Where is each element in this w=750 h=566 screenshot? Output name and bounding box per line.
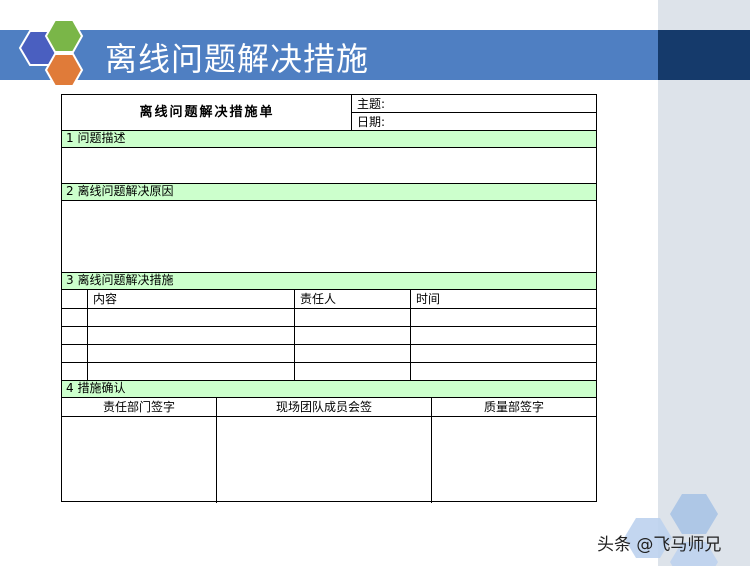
hexagon-orange	[44, 53, 84, 87]
quality-signature-header: 质量部签字	[483, 400, 544, 414]
form-title: 离线问题解决措施单	[139, 105, 275, 120]
team-countersign-header: 现场团队成员会签	[275, 400, 372, 414]
hexagon-green	[44, 19, 84, 53]
dept-signature-header: 责任部门签字	[102, 400, 175, 414]
subject-label: 主题:	[357, 97, 386, 111]
watermark: 头条 @飞马师兄	[597, 535, 722, 555]
section-cause: 2 离线问题解决原因	[62, 183, 596, 201]
col-owner-header: 责任人	[300, 292, 337, 306]
col-time-header: 时间	[416, 292, 441, 306]
confirmation-table: 责任部门签字 现场团队成员会签 质量部签字	[62, 398, 596, 503]
date-label: 日期:	[357, 115, 386, 129]
col-content-header: 内容	[93, 292, 118, 306]
hexagon-logo-icon	[18, 19, 84, 87]
problem-description-area	[62, 148, 596, 183]
measures-form: 离线问题解决措施单 主题: 日期: 1 问题描述 2 离线问题解决原因 3 离线…	[61, 94, 597, 503]
title-bar-accent	[658, 30, 750, 80]
section-problem-description: 1 问题描述	[62, 130, 596, 148]
section-confirmation: 4 措施确认	[62, 380, 596, 398]
measures-table: 内容 责任人 时间	[62, 290, 596, 380]
slide: 离线问题解决措施 离线问题解决措施单 主题: 日期: 1 问题描述 2 离线问题…	[0, 0, 658, 566]
section-measures: 3 离线问题解决措施	[62, 272, 596, 290]
cause-area	[62, 201, 596, 272]
slide-title: 离线问题解决措施	[105, 40, 370, 78]
